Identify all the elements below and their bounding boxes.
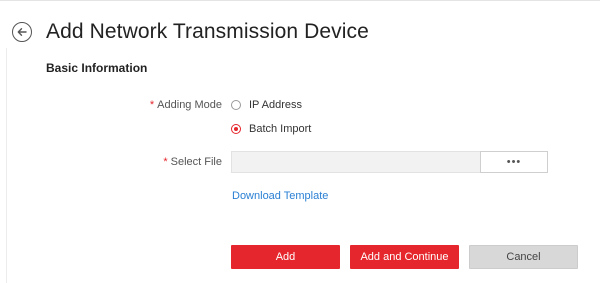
top-divider — [0, 0, 600, 1]
radio-ip-address-indicator — [231, 100, 241, 110]
add-and-continue-button[interactable]: Add and Continue — [350, 245, 459, 269]
radio-ip-address[interactable]: IP Address — [231, 99, 302, 111]
back-button[interactable] — [12, 22, 32, 42]
browse-file-button[interactable]: ••• — [480, 151, 548, 173]
radio-batch-import[interactable]: Batch Import — [231, 123, 311, 135]
radio-batch-import-indicator — [231, 124, 241, 134]
section-title: Basic Information — [46, 61, 148, 75]
radio-batch-import-label: Batch Import — [249, 123, 312, 135]
page-title: Add Network Transmission Device — [46, 20, 369, 43]
page-header: Add Network Transmission Device — [12, 17, 369, 47]
adding-mode-label: * Adding Mode — [150, 99, 222, 111]
select-file-label-text: Select File — [170, 156, 222, 168]
required-mark: * — [163, 156, 168, 168]
adding-mode-label-text: Adding Mode — [157, 99, 222, 111]
left-divider — [6, 48, 7, 283]
cancel-button[interactable]: Cancel — [469, 245, 578, 269]
file-path-field[interactable] — [231, 151, 481, 173]
download-template-link[interactable]: Download Template — [232, 190, 328, 202]
select-file-label: * Select File — [163, 156, 222, 168]
arrow-left-circle-icon — [17, 28, 27, 36]
add-button[interactable]: Add — [231, 245, 340, 269]
required-mark: * — [149, 99, 155, 111]
radio-ip-address-label: IP Address — [249, 99, 302, 111]
